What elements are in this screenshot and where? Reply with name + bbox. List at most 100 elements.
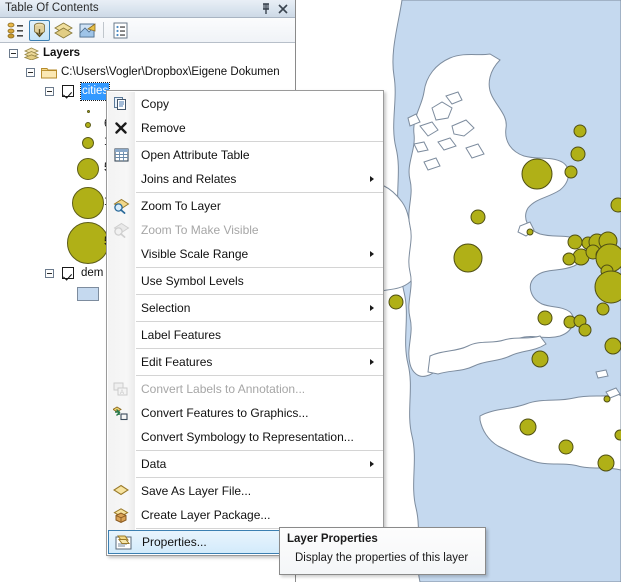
submenu-arrow-icon — [370, 176, 374, 182]
city-point — [596, 302, 610, 316]
menu-item-list: Copy Remove Open Attribute Table Joins and … — [107, 92, 383, 554]
menu-separator — [136, 450, 383, 451]
convert-features-icon — [112, 404, 130, 422]
city-point — [567, 234, 583, 250]
menu-separator — [136, 192, 383, 193]
menu-item-label: Remove — [141, 121, 186, 135]
cities-visibility-checkbox[interactable] — [62, 85, 74, 97]
city-point — [604, 337, 621, 355]
city-point — [526, 228, 534, 236]
menu-item-label: Convert Symbology to Representation... — [141, 430, 354, 444]
panel-title: Table Of Contents — [5, 2, 99, 14]
menu-item-convert-features-to-graphics[interactable]: Convert Features to Graphics... — [107, 401, 383, 425]
expander-layers[interactable] — [9, 49, 18, 58]
city-point — [610, 197, 621, 213]
layer-properties-tooltip: Layer Properties Display the properties … — [279, 527, 486, 575]
city-point — [521, 158, 553, 190]
group-label: C:\Users\Vogler\Dropbox\Eigene Dokumen — [61, 66, 280, 78]
city-point — [558, 439, 574, 455]
list-by-drawing-order-icon[interactable] — [29, 20, 50, 41]
expander-cities[interactable] — [45, 87, 54, 96]
menu-item-data[interactable]: Data — [107, 452, 383, 476]
menu-item-label: Convert Features to Graphics... — [141, 406, 309, 420]
toc-title-bar: Table Of Contents — [0, 0, 295, 18]
properties-icon — [114, 533, 132, 551]
menu-item-label: Selection — [141, 301, 191, 315]
menu-item-copy[interactable]: Copy — [107, 92, 383, 116]
remove-x-icon — [112, 119, 130, 137]
city-point — [594, 270, 621, 304]
menu-item-label: Visible Scale Range — [141, 247, 249, 261]
options-icon[interactable] — [110, 20, 131, 41]
tree-row-layers[interactable]: Layers — [0, 45, 290, 62]
menu-item-selection[interactable]: Selection — [107, 296, 383, 320]
menu-separator — [136, 477, 383, 478]
menu-item-label: Save As Layer File... — [141, 484, 252, 498]
layer-package-icon — [112, 506, 130, 524]
expander-dem[interactable] — [45, 269, 54, 278]
menu-separator — [136, 294, 383, 295]
menu-item-label: Zoom To Layer — [141, 199, 221, 213]
city-point — [388, 294, 404, 310]
menu-separator — [136, 348, 383, 349]
list-by-visibility-icon[interactable] — [53, 20, 74, 41]
city-point — [537, 310, 553, 326]
layers-label: Layers — [43, 47, 81, 59]
pin-icon[interactable] — [259, 2, 273, 16]
menu-separator — [136, 375, 383, 376]
zoom-to-layer-icon — [112, 197, 130, 215]
close-icon[interactable] — [276, 2, 290, 16]
zoom-visible-icon — [112, 221, 130, 239]
city-point — [603, 395, 611, 403]
cities-label[interactable]: cities — [79, 82, 111, 101]
menu-item-label: Copy — [141, 97, 170, 111]
list-by-source-icon[interactable] — [5, 20, 26, 41]
menu-item-create-layer-package[interactable]: Create Layer Package... — [107, 503, 383, 527]
dem-label: dem — [81, 267, 104, 279]
menu-item-convert-symbology-to-representation[interactable]: Convert Symbology to Representation... — [107, 425, 383, 449]
menu-item-joins-and-relates[interactable]: Joins and Relates — [107, 167, 383, 191]
symbology-circle — [72, 187, 104, 219]
menu-separator — [136, 321, 383, 322]
menu-item-label: Edit Features — [141, 355, 213, 369]
city-point — [531, 350, 549, 368]
svg-text:A: A — [120, 390, 124, 396]
menu-item-open-attribute-table[interactable]: Open Attribute Table — [107, 143, 383, 167]
layer-context-menu[interactable]: Copy Remove Open Attribute Table Joins and … — [106, 90, 384, 556]
menu-item-label: Data — [141, 457, 167, 471]
submenu-arrow-icon — [370, 305, 374, 311]
menu-item-save-as-layer-file[interactable]: Save As Layer File... — [107, 479, 383, 503]
menu-item-label: Properties... — [142, 535, 207, 549]
city-point — [614, 429, 621, 441]
submenu-arrow-icon — [370, 251, 374, 257]
city-point — [470, 209, 486, 225]
expander-group[interactable] — [26, 68, 35, 77]
menu-item-use-symbol-levels[interactable]: Use Symbol Levels — [107, 269, 383, 293]
city-point — [519, 418, 537, 436]
menu-item-label: Convert Labels to Annotation... — [141, 382, 306, 396]
city-point — [570, 146, 586, 162]
menu-item-label-features[interactable]: Label Features — [107, 323, 383, 347]
menu-item-zoom-to-layer[interactable]: Zoom To Layer — [107, 194, 383, 218]
toolbar-separator — [103, 22, 104, 38]
submenu-arrow-icon — [370, 461, 374, 467]
menu-item-label: Joins and Relates — [141, 172, 237, 186]
dem-visibility-checkbox[interactable] — [62, 267, 74, 279]
dem-symbol-swatch — [77, 287, 99, 301]
list-by-selection-icon[interactable] — [77, 20, 98, 41]
symbology-circle — [86, 109, 90, 113]
city-point — [562, 252, 576, 266]
tooltip-title: Layer Properties — [287, 533, 378, 545]
menu-item-label: Label Features — [141, 328, 222, 342]
submenu-arrow-icon — [370, 359, 374, 365]
menu-item-edit-features[interactable]: Edit Features — [107, 350, 383, 374]
menu-item-remove[interactable]: Remove — [107, 116, 383, 140]
menu-item-visible-scale-range[interactable]: Visible Scale Range — [107, 242, 383, 266]
symbology-circle — [85, 122, 91, 128]
menu-item-convert-labels-to-annotation: A Convert Labels to Annotation... — [107, 377, 383, 401]
tree-row-group[interactable]: C:\Users\Vogler\Dropbox\Eigene Dokumen — [0, 64, 290, 81]
menu-separator — [136, 141, 383, 142]
menu-separator — [136, 267, 383, 268]
menu-item-label: Create Layer Package... — [141, 508, 271, 522]
convert-labels-icon: A — [112, 380, 130, 398]
